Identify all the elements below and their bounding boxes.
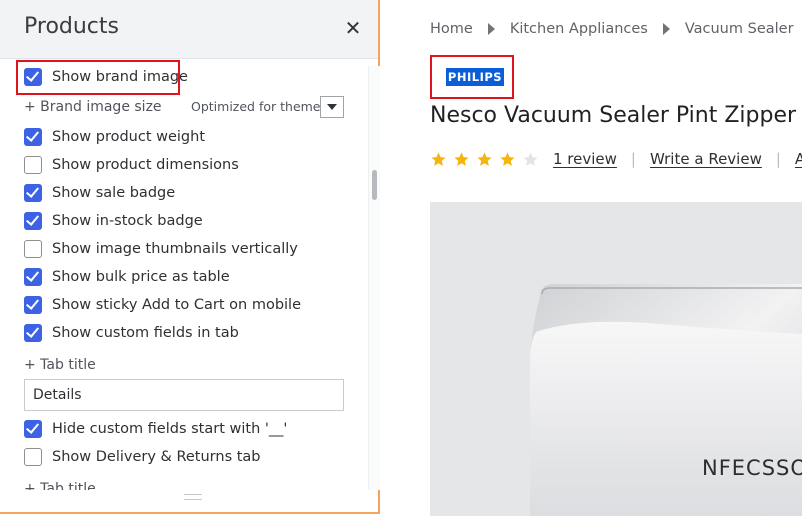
breadcrumb-home[interactable]: Home	[430, 21, 473, 37]
brand-image-size-dropdown[interactable]	[320, 96, 344, 118]
breadcrumb-kitchen-appliances[interactable]: Kitchen Appliances	[510, 21, 648, 37]
ask-question-link[interactable]: As	[795, 150, 802, 168]
breadcrumb: Home Kitchen Appliances Vacuum Sealer	[430, 21, 802, 37]
star-empty-icon	[523, 151, 538, 166]
option-label: Show bulk price as table	[52, 269, 230, 285]
checkbox[interactable]	[24, 324, 42, 342]
brand-logo[interactable]: PHILIPS	[446, 68, 504, 86]
option-label: Show product weight	[52, 129, 206, 145]
option-label: Show product dimensions	[52, 157, 239, 173]
option-label: Show image thumbnails vertically	[52, 241, 298, 257]
panel-title: Products	[24, 14, 119, 39]
option-label: Show sale badge	[52, 185, 176, 201]
checkbox[interactable]	[24, 448, 42, 466]
resize-handle-icon[interactable]	[184, 494, 202, 500]
breadcrumb-vacuum-sealer[interactable]: Vacuum Sealer	[685, 21, 794, 37]
brand-image-size-value[interactable]: Optimized for theme	[191, 99, 321, 114]
star-filled-icon	[454, 151, 469, 166]
scrollbar[interactable]	[368, 66, 380, 490]
star-filled-icon	[431, 151, 446, 166]
checkbox[interactable]	[24, 240, 42, 258]
checkbox[interactable]	[24, 420, 42, 438]
checkbox[interactable]	[24, 156, 42, 174]
panel-header: Products ✕	[0, 0, 378, 59]
option-show-sticky-add-to-cart[interactable]: Show sticky Add to Cart on mobile	[24, 294, 301, 316]
divider: |	[630, 150, 636, 168]
tab-title-label[interactable]: + Tab title	[24, 357, 96, 373]
checkbox[interactable]	[24, 184, 42, 202]
chevron-right-icon	[487, 23, 495, 35]
option-show-brand-image[interactable]: Show brand image	[24, 66, 188, 88]
option-show-product-weight[interactable]: Show product weight	[24, 126, 205, 148]
star-filled-icon	[477, 151, 492, 166]
checkbox[interactable]	[24, 296, 42, 314]
checkbox[interactable]	[24, 268, 42, 286]
divider: |	[775, 150, 781, 168]
option-label: Show brand image	[52, 69, 188, 85]
product-image[interactable]: NFECSSO	[430, 202, 802, 516]
review-count-link[interactable]: 1 review	[553, 150, 617, 168]
rating-row: 1 review | Write a Review | As	[430, 150, 802, 168]
option-label: Show Delivery & Returns tab	[52, 449, 261, 465]
option-show-product-dimensions[interactable]: Show product dimensions	[24, 154, 239, 176]
star-filled-icon	[500, 151, 515, 166]
option-hide-custom-fields[interactable]: Hide custom fields start with '__'	[24, 418, 287, 440]
star-rating	[430, 151, 545, 168]
option-label: Hide custom fields start with '__'	[52, 421, 288, 437]
option-show-custom-fields-in-tab[interactable]: Show custom fields in tab	[24, 322, 239, 344]
tab-title-input[interactable]	[24, 379, 344, 411]
tab-title-label-2[interactable]: + Tab title	[24, 481, 96, 490]
checkbox[interactable]	[24, 68, 42, 86]
option-show-bulk-price-table[interactable]: Show bulk price as table	[24, 266, 230, 288]
option-show-thumbnails-vertically[interactable]: Show image thumbnails vertically	[24, 238, 298, 260]
write-review-link[interactable]: Write a Review	[650, 150, 762, 168]
option-label: Show sticky Add to Cart on mobile	[52, 297, 302, 313]
chevron-down-icon	[327, 104, 337, 110]
option-label: Show in-stock badge	[52, 213, 203, 229]
product-title: Nesco Vacuum Sealer Pint Zipper B	[430, 103, 802, 128]
brand-image-size-label[interactable]: + Brand image size	[24, 99, 162, 115]
checkbox[interactable]	[24, 128, 42, 146]
option-show-sale-badge[interactable]: Show sale badge	[24, 182, 175, 204]
close-icon[interactable]: ✕	[342, 16, 364, 40]
scrollbar-thumb[interactable]	[372, 170, 377, 200]
checkbox[interactable]	[24, 212, 42, 230]
option-label: Show custom fields in tab	[52, 325, 239, 341]
bag-label: NFECSSO	[702, 456, 802, 480]
chevron-right-icon	[662, 23, 670, 35]
option-show-delivery-returns-tab[interactable]: Show Delivery & Returns tab	[24, 446, 261, 468]
clipped-row: + Tab title	[0, 478, 366, 490]
option-show-in-stock-badge[interactable]: Show in-stock badge	[24, 210, 203, 232]
